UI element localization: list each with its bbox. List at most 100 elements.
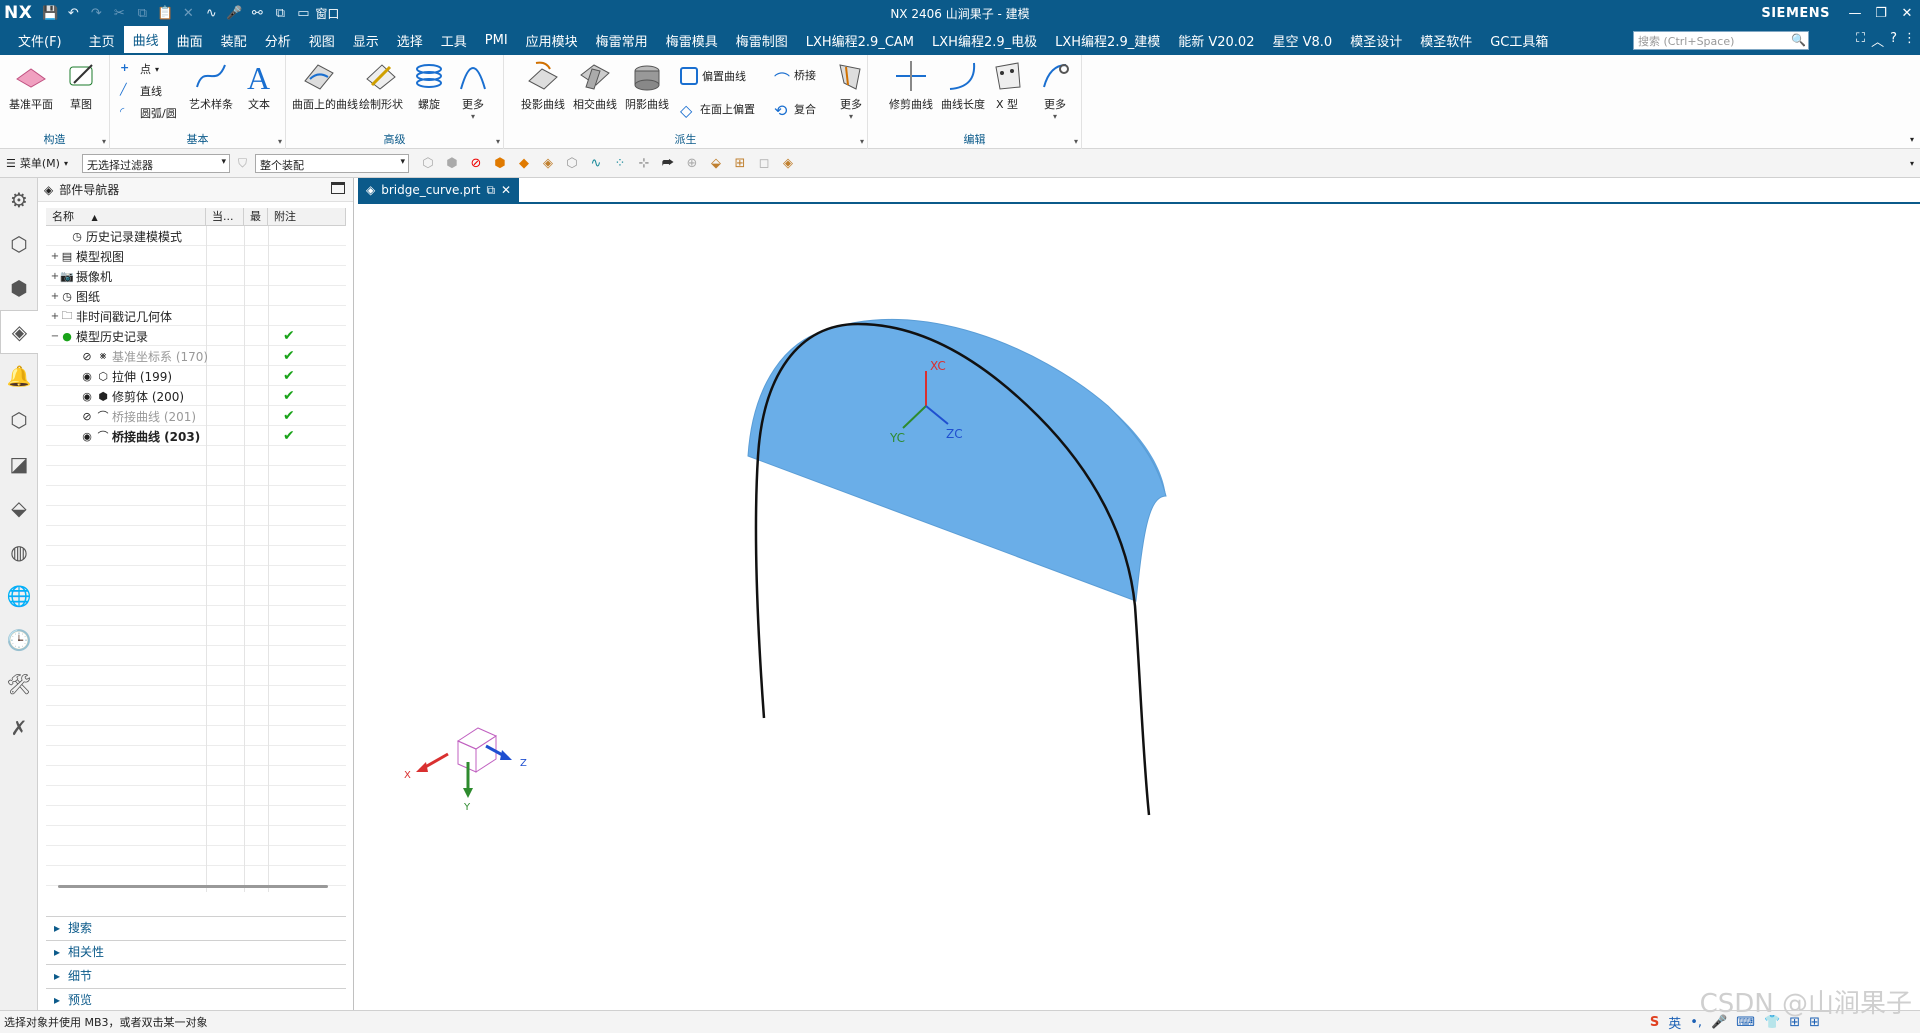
more-advanced-tool[interactable]: 更多 ▾ [446, 59, 500, 121]
snap-endpoint-icon[interactable]: ⬙ [707, 154, 725, 172]
arc-circle-tool[interactable]: ◜ 圆弧/圆 [120, 105, 177, 121]
panel-dependencies[interactable]: ▸ 相关性 [46, 940, 346, 962]
web-browser-icon[interactable]: ⬙ [0, 486, 38, 530]
tab-13[interactable]: 梅雷模具 [657, 26, 727, 55]
globe-icon[interactable]: 🌐 [0, 574, 38, 618]
panel-search[interactable]: ▸ 搜索 [46, 916, 346, 938]
tab-bridge-curve[interactable]: ◈ bridge_curve.prt ⧉ ✕ [358, 178, 520, 202]
tree-row[interactable]: + 🗀 非时间戳记几何体 [46, 306, 346, 326]
snap-midpoint-icon[interactable]: ⊞ [731, 154, 749, 172]
tab-19[interactable]: 星空 V8.0 [1263, 26, 1341, 55]
x-form-tool[interactable]: X 型 [980, 59, 1034, 112]
expand-toggle-icon[interactable]: + [50, 311, 60, 322]
composite-curve-tool[interactable]: ⟲ 复合 [774, 101, 816, 120]
bridge-curve-tool[interactable]: ⌒ 桥接 [774, 67, 816, 90]
offset-curve-tool[interactable]: 偏置曲线 [680, 67, 746, 85]
tools-icon[interactable]: 🛠 [0, 662, 38, 706]
restore-button[interactable]: ❐ [1868, 0, 1894, 26]
more-edit-tool[interactable]: 更多 ▾ [1028, 59, 1082, 121]
tree-row[interactable]: ◉ ⬢ 修剪体 (200) ✔ [46, 386, 346, 406]
tree-row[interactable]: ◉ ⬡ 拉伸 (199) ✔ [46, 366, 346, 386]
text-tool[interactable]: A 文本 [232, 59, 286, 112]
tab-18[interactable]: 能新 V20.02 [1169, 26, 1263, 55]
save-icon[interactable]: 💾 [40, 3, 60, 23]
hd3d-icon[interactable]: ◪ [0, 442, 38, 486]
component-icon[interactable]: ◈ [539, 154, 557, 172]
trim-curve-tool[interactable]: 修剪曲线 [884, 59, 938, 112]
horizontal-scrollbar[interactable] [58, 885, 328, 888]
curve-select-icon[interactable]: ∿ [587, 154, 605, 172]
window-switch-icon[interactable]: ⧉ [270, 3, 290, 23]
filter-reset-icon[interactable]: ⛉ [238, 156, 247, 171]
search-icon[interactable]: 🔍 [1791, 33, 1806, 47]
expand-toggle-icon[interactable]: + [50, 291, 60, 302]
reuse-library-icon[interactable]: ⬡ [0, 398, 38, 442]
group-caret-icon[interactable]: ▾ [860, 137, 864, 146]
ribbon-options-icon[interactable]: ▾ [1910, 135, 1914, 144]
selection-filter-dropdown[interactable]: 无选择过滤器 ▾ [81, 153, 230, 173]
tab-22[interactable]: GC工具箱 [1481, 26, 1557, 55]
window-menu-label[interactable]: 窗口 [315, 5, 339, 22]
tab-11[interactable]: 应用模块 [517, 26, 587, 55]
visibility-icon[interactable]: ⊘ [80, 409, 94, 423]
snap-point-icon[interactable]: ⊕ [683, 154, 701, 172]
delete-icon[interactable]: ✕ [178, 3, 198, 23]
tree-row[interactable]: − ● 模型历史记录 ✔ [46, 326, 346, 346]
tab-9[interactable]: 工具 [432, 26, 476, 55]
select-arrow-icon[interactable]: ⮫ [659, 154, 677, 172]
tab-17[interactable]: LXH编程2.9_建模 [1046, 26, 1169, 55]
column-current[interactable]: 当... [206, 208, 244, 225]
snap-center-icon[interactable]: ◻ [755, 154, 773, 172]
point-select-icon[interactable]: ⁘ [611, 154, 629, 172]
maximize-icon[interactable] [331, 182, 345, 194]
curve-on-surface-tool[interactable]: 曲面上的曲线 [292, 59, 358, 112]
expand-toggle-icon[interactable]: + [50, 251, 60, 262]
collapse-ribbon-icon[interactable]: ︿ [1871, 31, 1884, 50]
undo-icon[interactable]: ↶ [63, 3, 83, 23]
select-feature-icon[interactable]: ⬡ [419, 154, 437, 172]
tab-15[interactable]: LXH编程2.9_CAM [797, 26, 923, 55]
copy-icon[interactable]: ⧉ [132, 3, 152, 23]
tree-row[interactable]: ◉ ⌒ 桥接曲线 (203) ✔ [46, 426, 346, 446]
select-face-icon[interactable]: ⬢ [443, 154, 461, 172]
microphone-icon[interactable]: 🎤 [224, 3, 244, 23]
tab-2[interactable]: 曲线 [123, 26, 168, 55]
selection-bar-options-icon[interactable]: ▾ [1910, 159, 1914, 168]
panel-details[interactable]: ▸ 细节 [46, 964, 346, 986]
keyboard-icon[interactable]: ⌨ [1736, 1015, 1755, 1030]
cut-icon[interactable]: ✂ [109, 3, 129, 23]
tab-10[interactable]: PMI [476, 26, 517, 55]
tree-row[interactable]: ⊘ ⨳ 基准坐标系 (170) ✔ [46, 346, 346, 366]
view-triad[interactable]: X Z Y [404, 727, 527, 813]
tree-row[interactable]: + ▤ 模型视图 [46, 246, 346, 266]
punctuation-icon[interactable]: •, [1690, 1015, 1702, 1030]
close-icon[interactable]: ✕ [501, 183, 511, 197]
column-comment[interactable]: 附注 [268, 208, 346, 225]
paste-icon[interactable]: 📋 [155, 3, 175, 23]
group-caret-icon[interactable]: ▾ [278, 137, 282, 146]
fullscreen-icon[interactable]: ⛶ [1856, 31, 1865, 50]
group-caret-icon[interactable]: ▾ [496, 137, 500, 146]
expand-toggle-icon[interactable]: − [50, 331, 60, 342]
tab-16[interactable]: LXH编程2.9_电极 [923, 26, 1046, 55]
solid-body-icon[interactable]: ⬢ [491, 154, 509, 172]
history-palette-icon[interactable]: ◍ [0, 530, 38, 574]
group-caret-icon[interactable]: ▾ [102, 137, 106, 146]
toolbox-icon[interactable]: ⊞ [1789, 1015, 1800, 1030]
skin-icon[interactable]: 👕 [1764, 1015, 1780, 1030]
visibility-icon[interactable]: ◉ [80, 429, 94, 443]
sketch-tool[interactable]: 草图 [54, 59, 108, 112]
part-navigator-icon[interactable]: ◈ [0, 310, 38, 354]
draw-shape-tool[interactable]: 绘制形状 [354, 59, 408, 112]
column-latest[interactable]: 最 [244, 208, 268, 225]
shadow-curve-tool[interactable]: 阴影曲线 [620, 59, 674, 112]
microphone-icon[interactable]: 🎤 [1711, 1015, 1727, 1030]
snap-icon[interactable]: ⊹ [635, 154, 653, 172]
clock-icon[interactable]: 🕒 [0, 618, 38, 662]
link-icon[interactable]: ⚯ [247, 3, 267, 23]
tab-3[interactable]: 曲面 [168, 26, 212, 55]
command-search-input[interactable]: 搜索 (Ctrl+Space) 🔍 [1633, 31, 1809, 50]
close-button[interactable]: ✕ [1894, 0, 1920, 26]
graphics-window[interactable]: XC YC ZC X Z Y [358, 206, 1920, 1010]
redo-icon[interactable]: ↷ [86, 3, 106, 23]
